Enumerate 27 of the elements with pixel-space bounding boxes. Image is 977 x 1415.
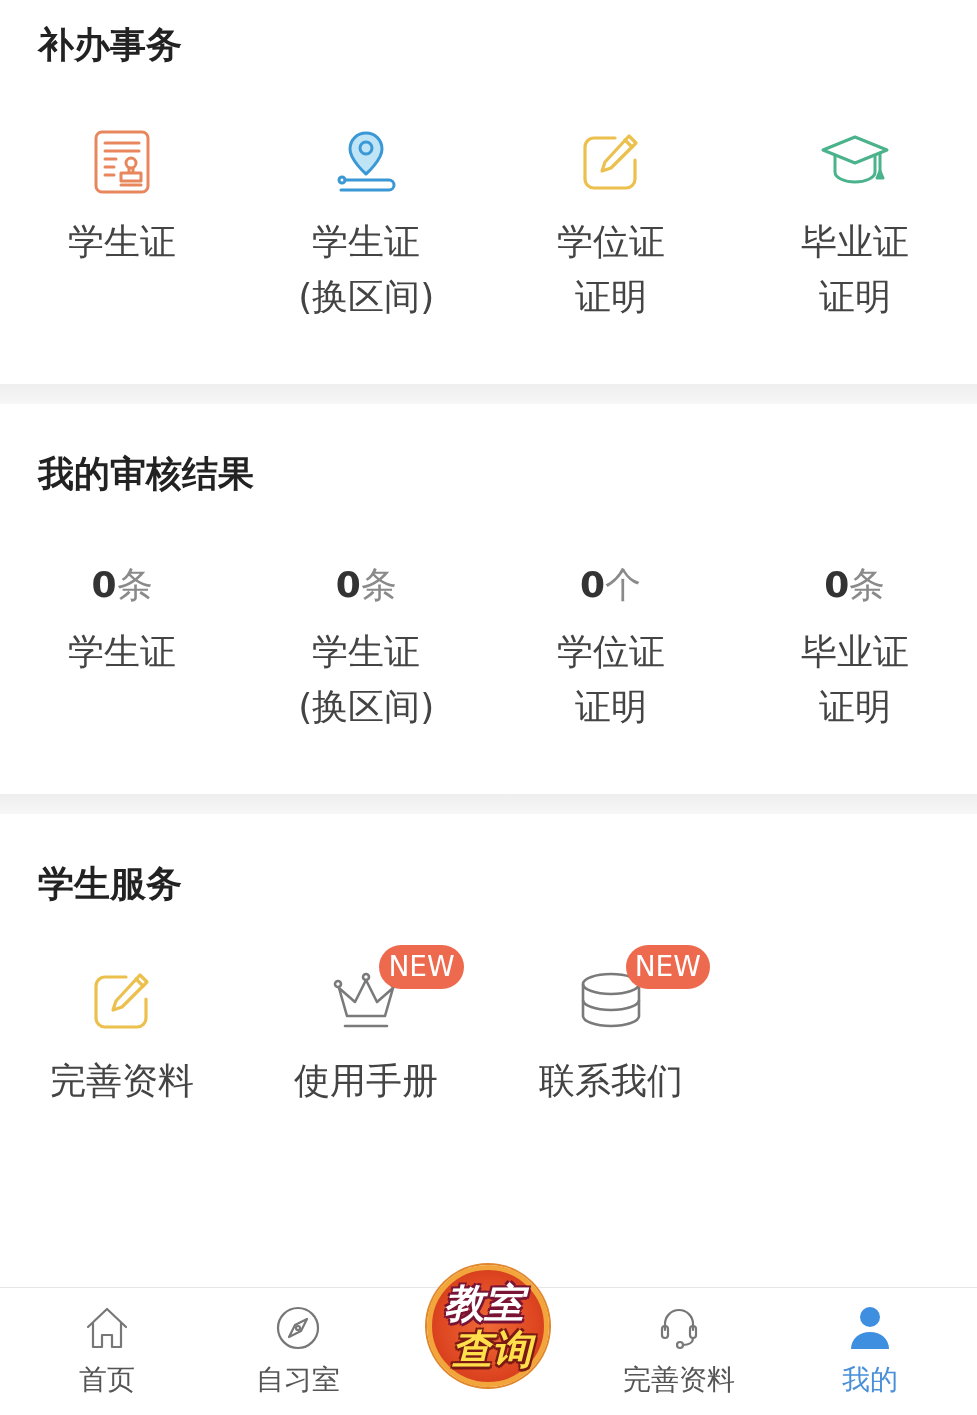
menu-item[interactable]: NEW 联系我们 xyxy=(504,942,717,1108)
section-title: 我的审核结果 xyxy=(38,454,254,494)
new-badge: NEW xyxy=(379,945,464,989)
menu-item[interactable]: NEW 使用手册 xyxy=(260,942,473,1108)
compass-icon xyxy=(274,1305,321,1351)
menu-item[interactable]: 学生证(换区间) xyxy=(256,103,476,324)
document-stamp-icon xyxy=(94,130,151,194)
tab-bar-item[interactable]: 自习室 xyxy=(247,1288,348,1397)
count-text: 0条 xyxy=(335,563,397,607)
section-title: 补办事务 xyxy=(38,25,182,65)
category-label: 毕业证证明 xyxy=(799,630,910,729)
section-title: 学生服务 xyxy=(38,864,182,904)
classroom-search-button[interactable]: 教室 查询 xyxy=(427,1265,550,1387)
menu-item[interactable]: 学位证证明 xyxy=(501,103,721,324)
menu-item[interactable]: 毕业证证明 xyxy=(745,103,965,324)
count-text: 0条 xyxy=(91,563,153,607)
tab-bar-item[interactable]: 首页 xyxy=(71,1288,144,1397)
new-badge: NEW xyxy=(625,945,710,989)
tab-bar-item[interactable]: 完善资料 xyxy=(615,1288,744,1397)
category-label: 学生证 xyxy=(68,630,177,674)
location-pin-icon xyxy=(335,130,398,194)
category-label: 学位证证明 xyxy=(555,630,666,729)
count-text: 0个 xyxy=(580,563,642,607)
category-label: 学生证(换区间) xyxy=(297,630,436,729)
menu-item[interactable]: 学生证 xyxy=(34,103,211,324)
menu-item[interactable]: 完善资料 xyxy=(16,942,229,1108)
count-text: 0条 xyxy=(824,563,886,607)
